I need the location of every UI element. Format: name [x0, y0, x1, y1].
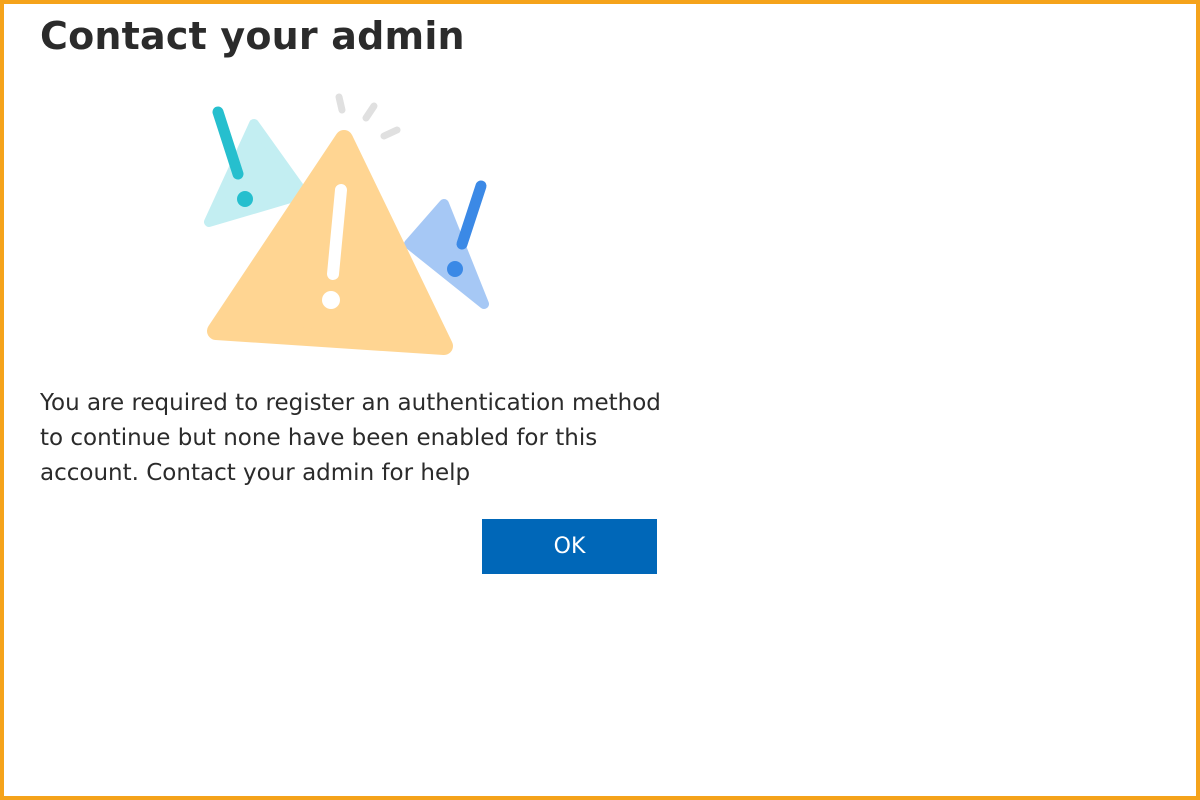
- ok-button[interactable]: OK: [482, 519, 657, 574]
- dialog-message: You are required to register an authenti…: [40, 390, 661, 486]
- warning-triangles-icon: [194, 89, 504, 364]
- page-title: Contact your admin: [40, 14, 465, 58]
- dialog-frame: Contact your admin You are required to r…: [0, 0, 1200, 800]
